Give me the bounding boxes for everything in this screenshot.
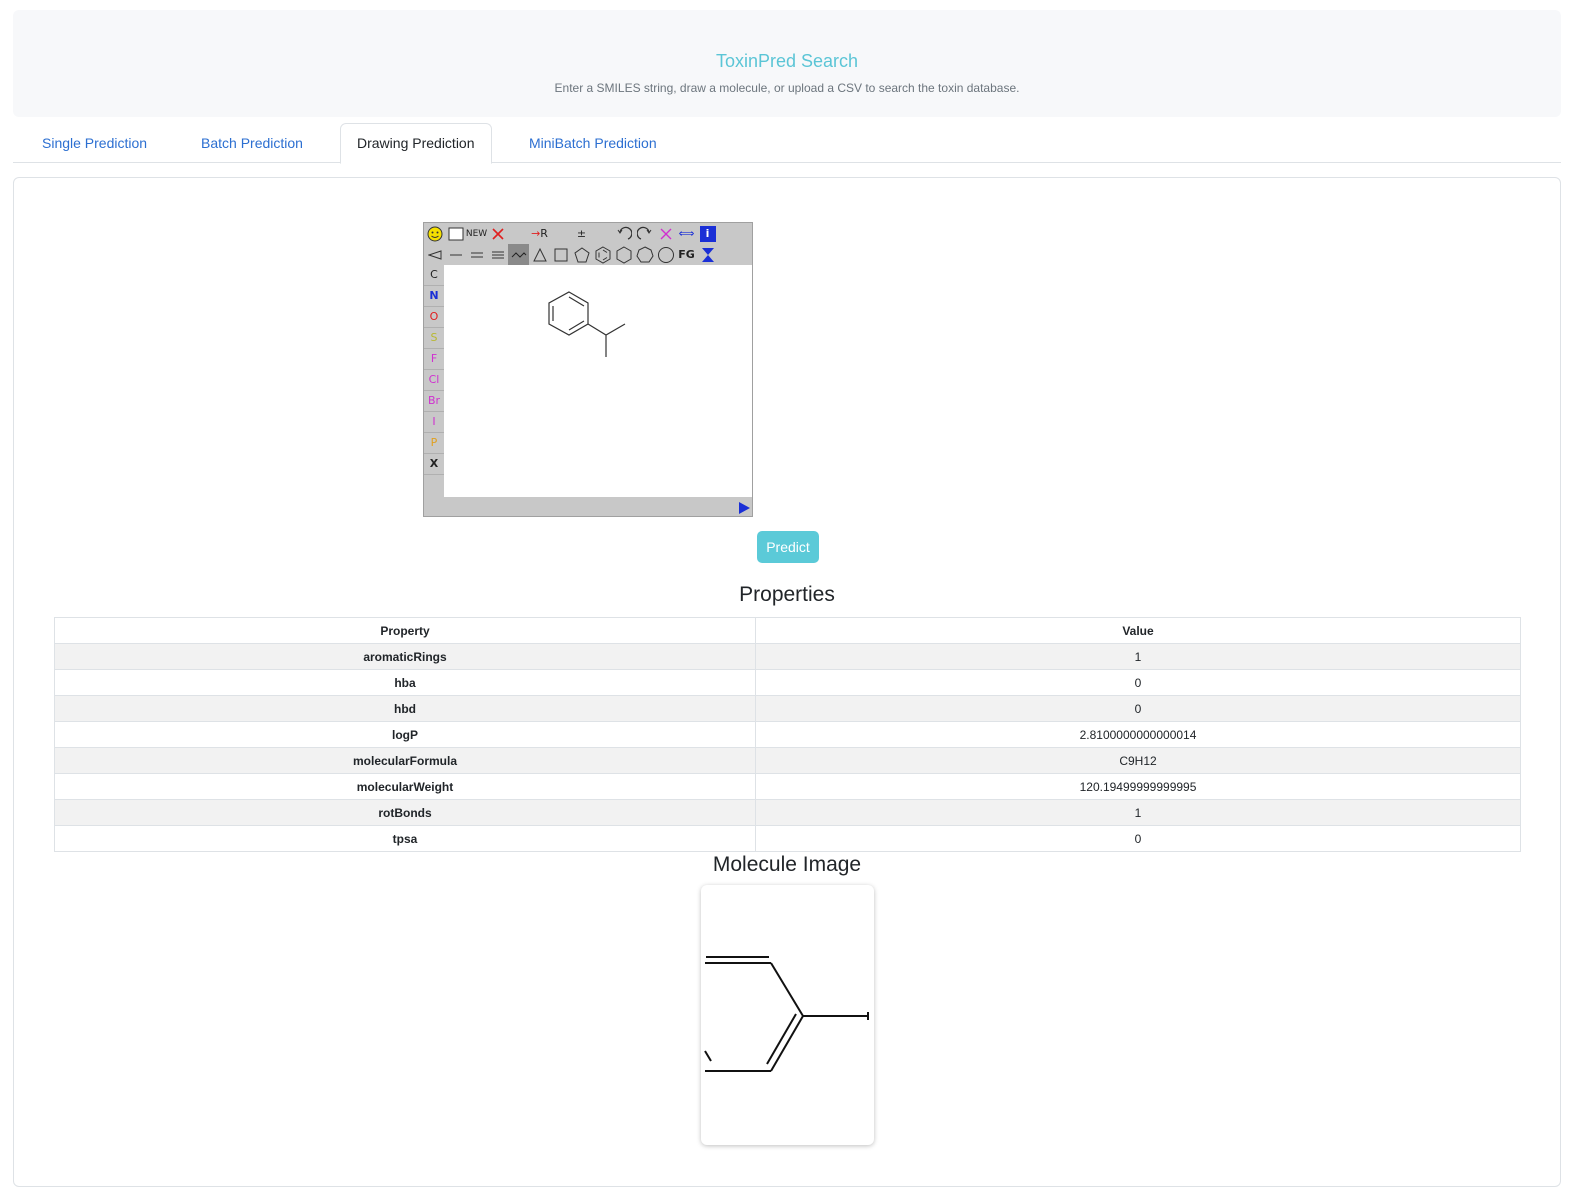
table-row: logP 2.8100000000000014	[54, 721, 1521, 748]
select-rectangle-icon[interactable]	[445, 223, 466, 244]
move-icon[interactable]: ⟺	[676, 223, 697, 244]
ring-8-icon[interactable]	[655, 244, 676, 265]
atom-c-button[interactable]: C	[424, 265, 444, 286]
editor-toolbar-top: NEW → R ± ⟺ i	[424, 223, 718, 243]
property-value: 0	[755, 695, 1521, 722]
property-value: C9H12	[755, 747, 1521, 774]
property-name: molecularFormula	[54, 747, 756, 774]
property-name: rotBonds	[54, 799, 756, 826]
molecule-editor[interactable]: NEW → R ± ⟺ i FG C N O S F Cl Br I P X	[423, 222, 753, 517]
drawn-molecule	[548, 291, 626, 357]
tab-batch-prediction[interactable]: Batch Prediction	[184, 123, 320, 163]
property-value: 1	[755, 799, 1521, 826]
new-button[interactable]: NEW	[466, 223, 487, 244]
ring-6-icon[interactable]	[613, 244, 634, 265]
empty-slot	[550, 223, 571, 244]
molecule-image-card	[701, 885, 874, 1145]
properties-table: Property Value aromaticRings 1 hba 0 hbd…	[54, 617, 1521, 852]
ring-3-icon[interactable]	[529, 244, 550, 265]
property-value: 2.8100000000000014	[755, 721, 1521, 748]
table-row: aromaticRings 1	[54, 643, 1521, 670]
molecule-structure-image	[704, 956, 869, 1072]
predict-button[interactable]: Predict	[757, 531, 819, 563]
tab-single-prediction[interactable]: Single Prediction	[25, 123, 164, 163]
double-bond-icon[interactable]	[466, 244, 487, 265]
triple-bond-icon[interactable]	[487, 244, 508, 265]
property-value: 0	[755, 825, 1521, 852]
functional-group-button[interactable]: FG	[676, 244, 697, 265]
property-name: hba	[54, 669, 756, 696]
property-name: tpsa	[54, 825, 756, 852]
editor-toolbar-bonds: FG	[424, 244, 718, 265]
editor-menu-arrow-icon[interactable]	[739, 502, 750, 514]
property-name: aromaticRings	[54, 643, 756, 670]
atom-x-button[interactable]: X	[424, 454, 444, 475]
delete-group-icon[interactable]	[655, 223, 676, 244]
empty-slot	[508, 223, 529, 244]
atom-p-button[interactable]: P	[424, 433, 444, 454]
table-row: hbd 0	[54, 695, 1521, 722]
redo-icon[interactable]	[634, 223, 655, 244]
tab-minibatch-prediction[interactable]: MiniBatch Prediction	[512, 123, 674, 163]
atom-f-button[interactable]: F	[424, 349, 444, 370]
table-row: molecularFormula C9H12	[54, 747, 1521, 774]
page-header: ToxinPred Search Enter a SMILES string, …	[13, 10, 1561, 117]
column-header-property: Property	[54, 617, 756, 644]
table-row: hba 0	[54, 669, 1521, 696]
table-row: rotBonds 1	[54, 799, 1521, 826]
atom-palette: C N O S F Cl Br I P X	[424, 265, 444, 475]
r-group-button[interactable]: → R	[529, 223, 550, 244]
single-bond-icon[interactable]	[445, 244, 466, 265]
tab-bar: Single Prediction Batch Prediction Drawi…	[13, 123, 1561, 164]
property-name: molecularWeight	[54, 773, 756, 800]
chain-icon[interactable]	[508, 244, 529, 265]
properties-heading: Properties	[739, 583, 835, 606]
page-subtitle: Enter a SMILES string, draw a molecule, …	[554, 81, 1020, 95]
property-name: logP	[54, 721, 756, 748]
r-group-arrow-icon: →	[531, 227, 541, 240]
drawing-canvas[interactable]	[444, 265, 752, 497]
info-label: i	[699, 225, 716, 242]
undo-icon[interactable]	[613, 223, 634, 244]
wedge-bond-icon[interactable]	[424, 244, 445, 265]
property-name: hbd	[54, 695, 756, 722]
tab-drawing-prediction[interactable]: Drawing Prediction	[340, 123, 492, 164]
atom-s-button[interactable]: S	[424, 328, 444, 349]
table-row: tpsa 0	[54, 825, 1521, 852]
ring-4-icon[interactable]	[550, 244, 571, 265]
atom-br-button[interactable]: Br	[424, 391, 444, 412]
delete-icon[interactable]	[487, 223, 508, 244]
ring-7-icon[interactable]	[634, 244, 655, 265]
atom-cl-button[interactable]: Cl	[424, 370, 444, 391]
benzene-icon[interactable]	[592, 244, 613, 265]
table-row: molecularWeight 120.19499999999995	[54, 773, 1521, 800]
atom-i-button[interactable]: I	[424, 412, 444, 433]
table-header-row: Property Value	[54, 617, 1521, 644]
property-value: 0	[755, 669, 1521, 696]
molecule-image-heading: Molecule Image	[712, 853, 862, 876]
r-group-label: R	[540, 227, 548, 240]
empty-slot	[592, 223, 613, 244]
atom-n-button[interactable]: N	[424, 286, 444, 307]
smiley-icon[interactable]	[424, 223, 445, 244]
flip-icon[interactable]	[697, 244, 718, 265]
page-title: ToxinPred Search	[715, 51, 859, 71]
property-value: 1	[755, 643, 1521, 670]
charge-icon[interactable]: ±	[571, 223, 592, 244]
property-value: 120.19499999999995	[755, 773, 1521, 800]
column-header-value: Value	[755, 617, 1521, 644]
info-icon[interactable]: i	[697, 223, 718, 244]
drawing-prediction-panel: NEW → R ± ⟺ i FG C N O S F Cl Br I P X P…	[13, 177, 1561, 1187]
atom-o-button[interactable]: O	[424, 307, 444, 328]
ring-5-icon[interactable]	[571, 244, 592, 265]
